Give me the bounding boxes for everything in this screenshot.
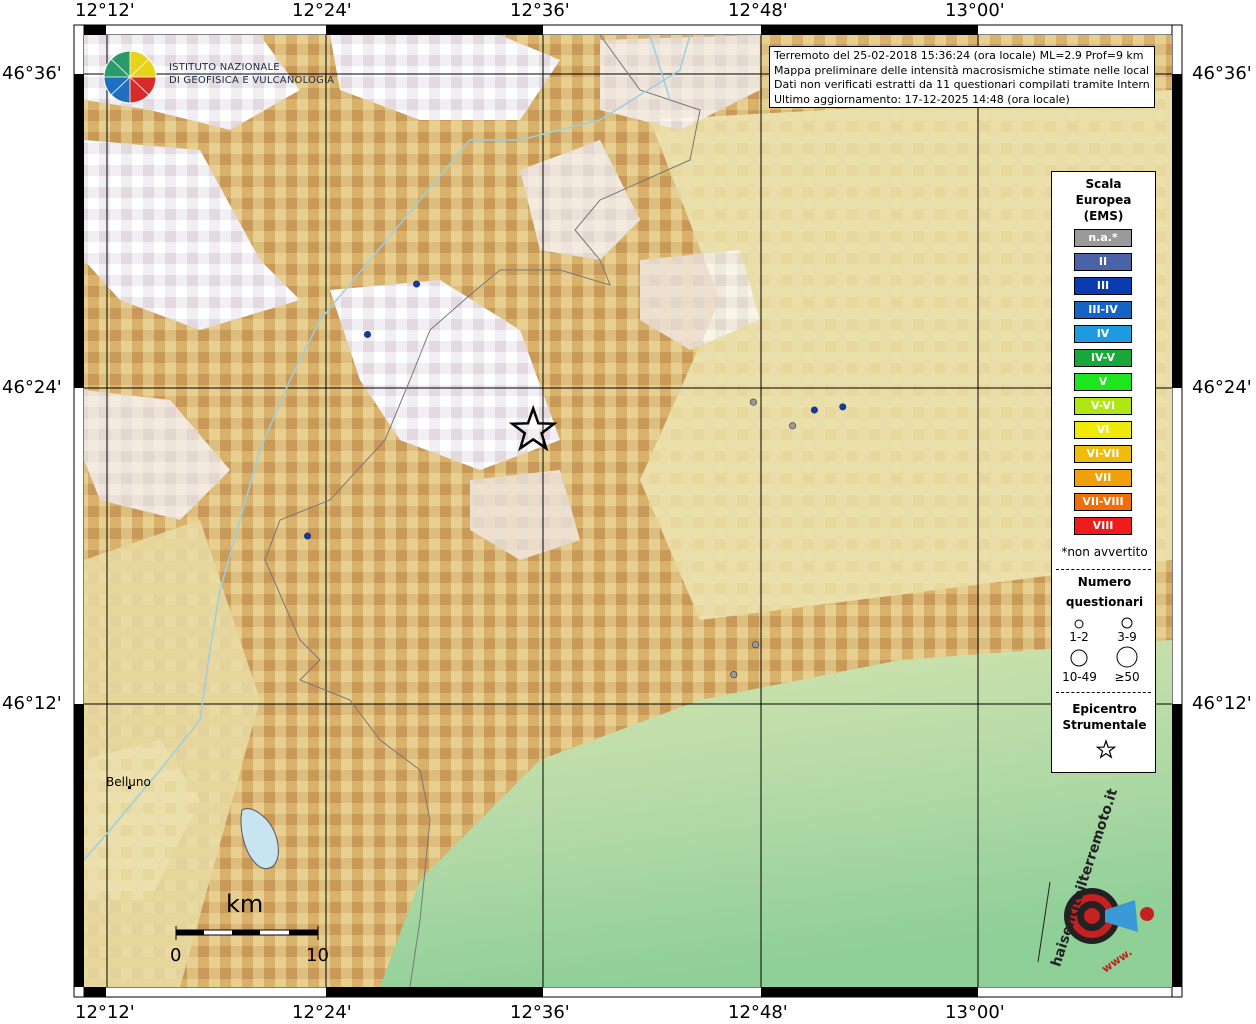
lon-label-top-1: 12°12' [75, 0, 135, 21]
size-label-4: ≥50 [1114, 670, 1140, 684]
ems-swatch-iv: IV [1074, 325, 1132, 343]
questionnaire-point [789, 422, 797, 430]
lon-label-top-3: 12°36' [510, 0, 570, 21]
questionnaire-point [730, 671, 738, 679]
ingv-line-1: ISTITUTO NAZIONALE [169, 62, 280, 73]
legend-panel: Scala Europea (EMS) n.a.* II III III-IV IV IV… [1051, 171, 1156, 773]
legend-title-3: (EMS) [1083, 209, 1124, 223]
legend-divider-2 [1056, 692, 1151, 693]
ems-swatch-iii-iv: III-IV [1074, 301, 1132, 319]
lon-label-top-4: 12°48' [728, 0, 788, 21]
event-info-line-3: Dati non verificati estratti da 11 quest… [774, 78, 1150, 91]
questionnaire-point [364, 330, 372, 338]
ems-swatch-viii: VIII [1074, 517, 1132, 535]
place-belluno: Belluno [106, 775, 151, 789]
size-circle-10-49 [1070, 649, 1088, 667]
terrain-layer [84, 35, 1172, 987]
legend-title-1: Scala [1085, 177, 1122, 191]
ems-swatch-vii: VII [1074, 469, 1132, 487]
ems-swatch-v-vi: V-VI [1074, 397, 1132, 415]
questionnaire-point [839, 403, 847, 411]
legend-not-felt-note: *non avvertito [1061, 545, 1148, 559]
size-label-2: 3-9 [1117, 630, 1137, 644]
lon-label-bottom-3: 12°36' [510, 1002, 570, 1023]
questionnaire-point [752, 641, 760, 649]
lat-label-left-2: 46°24' [2, 377, 62, 398]
ingv-line-2: DI GEOFISICA E VULCANOLOGIA [169, 75, 335, 86]
legend-title-2: Europea [1075, 193, 1132, 207]
legend-count-title-1: Numero [1077, 575, 1132, 589]
ems-swatch-vi: VI [1074, 421, 1132, 439]
lat-label-right-2: 46°24' [1192, 377, 1252, 398]
ems-swatch-iii: III [1074, 277, 1132, 295]
size-circle-3-9 [1121, 617, 1133, 629]
event-info-line-4: Ultimo aggiornamento: 17-12-2025 14:48 (… [774, 92, 1070, 106]
lat-label-right-1: 46°36' [1192, 63, 1252, 84]
legend-star-icon [1095, 739, 1117, 759]
lat-label-right-3: 46°12' [1192, 693, 1252, 714]
event-info-line-2: Mappa preliminare delle intensità macros… [774, 63, 1150, 77]
lon-label-top-2: 12°24' [292, 0, 352, 21]
ems-swatch-vi-vii: VI-VII [1074, 445, 1132, 463]
event-info-box: Terremoto del 25-02-2018 15:36:24 (ora l… [769, 46, 1155, 108]
lon-label-bottom-5: 13°00' [945, 1002, 1005, 1023]
legend-epi-title-2: Strumentale [1062, 718, 1147, 732]
scalebar-max: 10 [306, 945, 329, 966]
questionnaire-point [749, 398, 757, 406]
lon-label-top-5: 13°00' [945, 0, 1005, 21]
lat-label-left-1: 46°36' [2, 63, 62, 84]
ems-swatch-na: n.a.* [1074, 229, 1132, 247]
scalebar-unit: km [226, 890, 264, 918]
lon-label-bottom-1: 12°12' [75, 1002, 135, 1023]
haisentito-logo: haisentitoilterremoto.it www. [1030, 787, 1160, 976]
size-circle-1-2 [1074, 619, 1084, 629]
questionnaire-point [304, 532, 312, 540]
size-label-3: 10-49 [1062, 670, 1097, 684]
lon-label-bottom-4: 12°48' [728, 1002, 788, 1023]
lon-label-bottom-2: 12°24' [292, 1002, 352, 1023]
ems-swatch-v: V [1074, 373, 1132, 391]
legend-epi-title-1: Epicentro [1072, 702, 1137, 716]
size-label-1: 1-2 [1069, 630, 1089, 644]
ems-swatch-ii: II [1074, 253, 1132, 271]
event-info-line-1: Terremoto del 25-02-2018 15:36:24 (ora l… [774, 49, 1144, 62]
ems-swatch-vii-viii: VII-VIII [1074, 493, 1132, 511]
ingv-wordmark: ISTITUTO NAZIONALE DI GEOFISICA E VULCAN… [169, 61, 334, 87]
questionnaire-point [810, 406, 818, 414]
size-circle-50 [1116, 646, 1138, 668]
scalebar-min: 0 [170, 945, 182, 966]
legend-divider-1 [1056, 569, 1151, 570]
ems-swatch-iv-v: IV-V [1074, 349, 1132, 367]
legend-count-title-2: questionari [1065, 595, 1144, 609]
lat-label-left-3: 46°12' [2, 693, 62, 714]
ingv-globe-icon [103, 50, 157, 104]
questionnaire-point [413, 280, 421, 288]
